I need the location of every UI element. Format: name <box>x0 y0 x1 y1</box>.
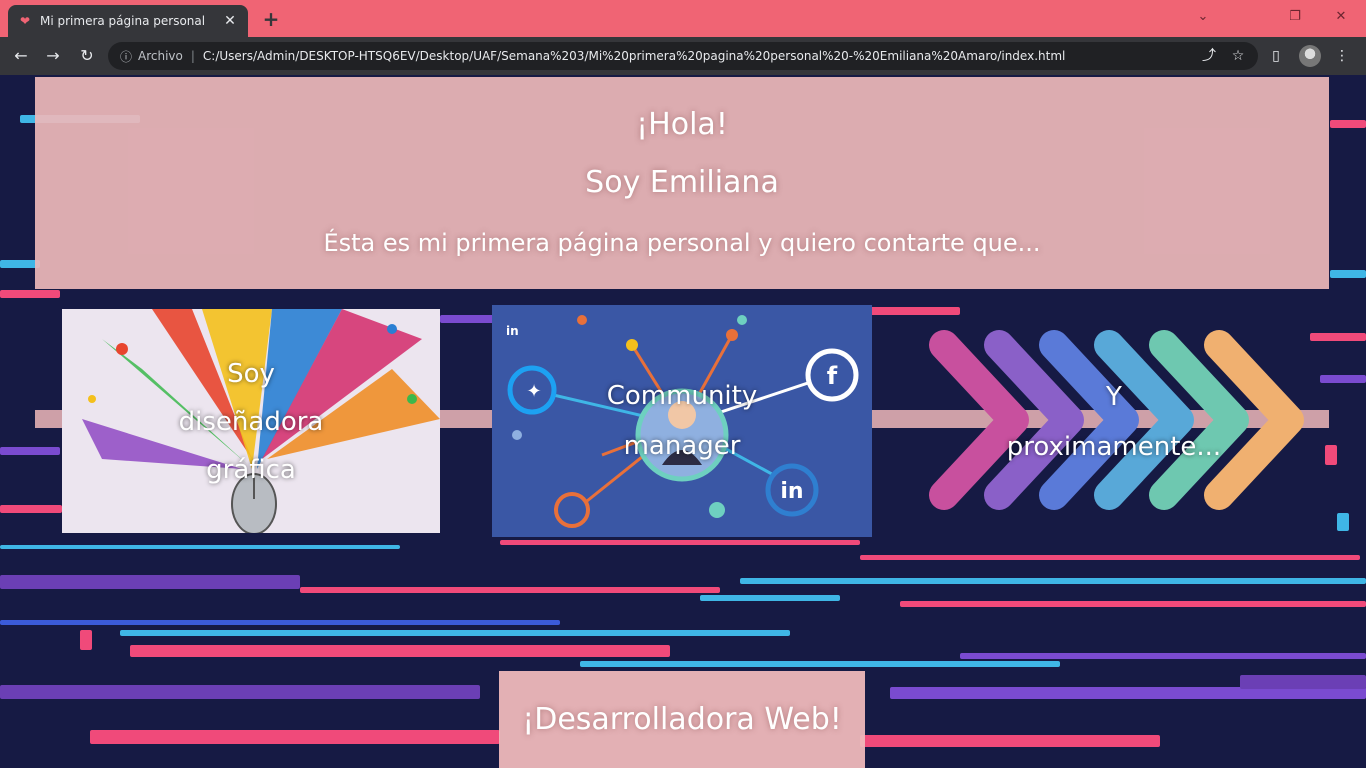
greeting-heading: ¡Hola! <box>636 107 728 142</box>
address-bar[interactable]: ⓘ Archivo | C:/Users/Admin/DESKTOP-HTSQ6… <box>108 42 1258 70</box>
new-tab-button[interactable]: + <box>260 8 282 30</box>
address-separator: | <box>190 49 195 63</box>
svg-text:in: in <box>506 324 519 338</box>
card-caption-line: Community <box>606 381 758 411</box>
minimize-button[interactable]: ⌄ <box>1180 0 1226 32</box>
web-developer-panel: ¡Desarrolladora Web! <box>499 671 865 768</box>
info-icon[interactable]: ⓘ <box>120 48 132 65</box>
menu-icon[interactable]: ⋮ <box>1331 45 1353 67</box>
close-tab-icon[interactable]: ✕ <box>222 13 238 29</box>
side-panel-icon[interactable]: ▯ <box>1265 45 1287 67</box>
reload-button[interactable]: ↻ <box>76 45 98 67</box>
card-caption-line: proximamente... <box>1006 432 1222 462</box>
share-icon[interactable]: ⤴ <box>1198 45 1220 67</box>
coming-soon-card: Y proximamente... <box>914 320 1314 520</box>
card-caption-line: gráfica <box>206 455 296 485</box>
restore-button[interactable]: ❐ <box>1272 0 1318 32</box>
page-viewport: ¡Hola! Soy Emiliana Ésta es mi primera p… <box>0 75 1366 768</box>
profile-avatar[interactable] <box>1299 45 1321 67</box>
card-caption-line: Soy <box>227 359 275 389</box>
hero-panel: ¡Hola! Soy Emiliana Ésta es mi primera p… <box>35 77 1329 289</box>
tab-title: Mi primera página personal <box>40 14 206 28</box>
scheme-label: Archivo <box>138 49 183 63</box>
community-manager-card: ✦ f in in Community manager <box>492 305 872 537</box>
graphic-designer-card: Soy diseñadora gráfica <box>62 309 440 533</box>
forward-button[interactable]: → <box>42 45 64 67</box>
bookmark-star-icon[interactable]: ☆ <box>1227 45 1249 67</box>
svg-text:in: in <box>780 479 803 504</box>
name-heading: Soy Emiliana <box>585 165 779 200</box>
intro-text: Ésta es mi primera página personal y qui… <box>323 229 1041 257</box>
page-favicon-icon: ❤ <box>19 14 31 28</box>
tab-strip: ❤ Mi primera página personal ✕ + ⌄ ❐ ✕ <box>0 0 1366 37</box>
active-tab[interactable]: ❤ Mi primera página personal ✕ <box>8 5 248 37</box>
card-caption-line: manager <box>623 431 741 461</box>
card-caption-line: Y <box>1106 382 1122 412</box>
card-caption-line: diseñadora <box>178 407 324 437</box>
back-button[interactable]: ← <box>10 45 32 67</box>
url-text[interactable]: C:/Users/Admin/DESKTOP-HTSQ6EV/Desktop/U… <box>203 49 1065 63</box>
close-window-button[interactable]: ✕ <box>1318 0 1364 32</box>
